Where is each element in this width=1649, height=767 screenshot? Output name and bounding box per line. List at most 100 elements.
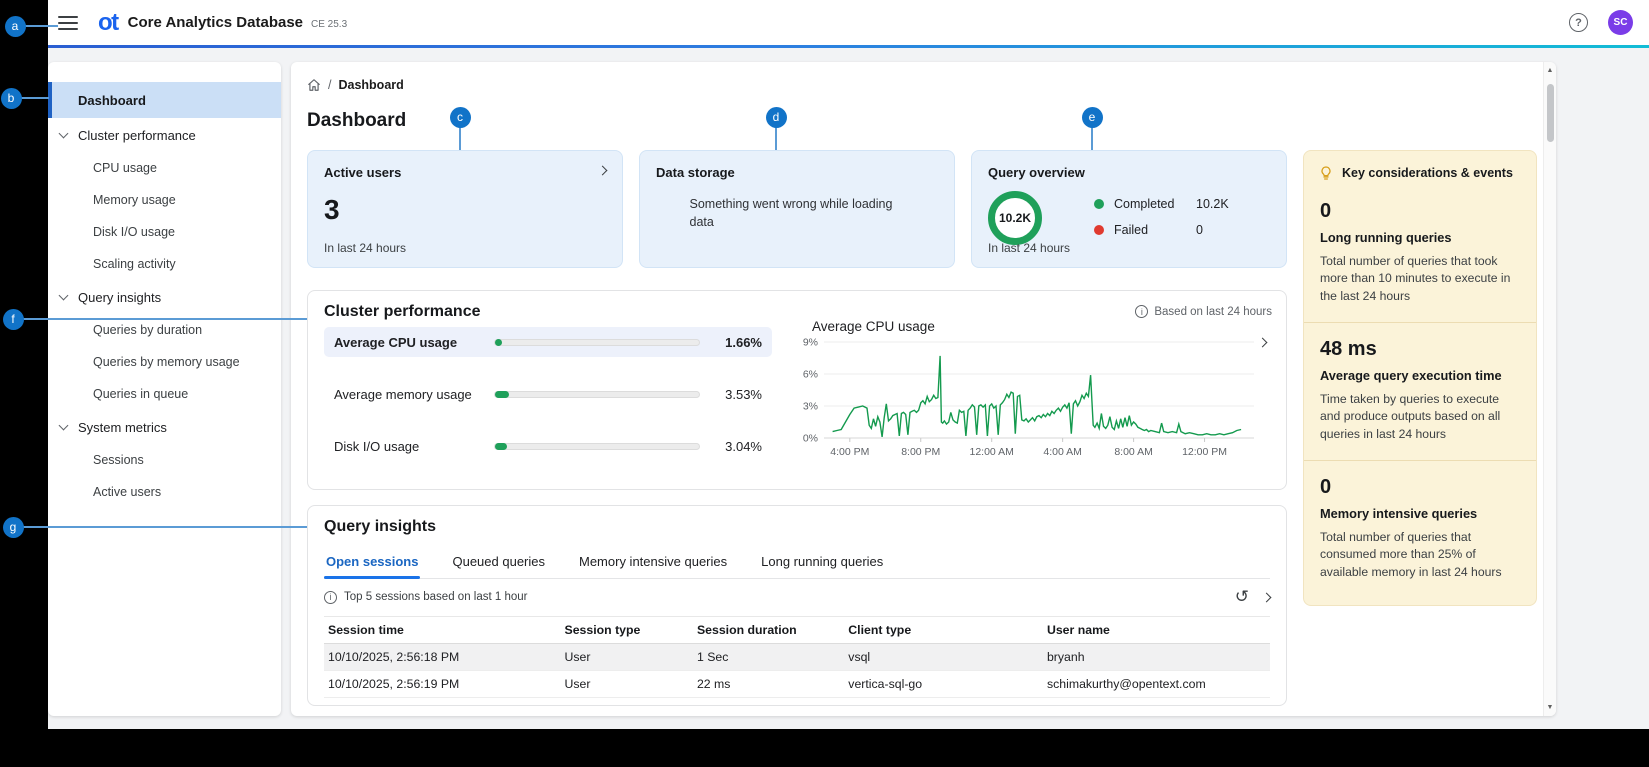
table-cell: vertica-sql-go bbox=[844, 677, 1043, 691]
column-header: Session type bbox=[561, 623, 693, 637]
sessions-table-header: Session timeSession typeSession duration… bbox=[324, 616, 1270, 644]
cluster-performance-title: Cluster performance bbox=[324, 303, 481, 321]
data-storage-error-message: Something went wrong while loading data bbox=[690, 195, 905, 231]
query-overview-legend: Completed10.2KFailed0 bbox=[1094, 197, 1229, 249]
scrollbar-thumb[interactable] bbox=[1547, 84, 1554, 142]
query-overview-caption: In last 24 hours bbox=[988, 241, 1070, 255]
consideration-value: 48 ms bbox=[1320, 338, 1520, 361]
metric-value: 1.66% bbox=[714, 335, 762, 350]
based-on-label: Based on last 24 hours bbox=[1154, 306, 1272, 318]
lightbulb-icon bbox=[1318, 165, 1334, 181]
sidebar-item-cluster-performance[interactable]: Cluster performance bbox=[48, 118, 281, 152]
breadcrumb-current[interactable]: Dashboard bbox=[338, 78, 403, 92]
svg-text:4:00 PM: 4:00 PM bbox=[830, 446, 869, 458]
query-insights-tabs: Open sessions Queued queries Memory intens… bbox=[324, 546, 1270, 579]
cpu-usage-line-series bbox=[833, 356, 1242, 437]
sidebar-item-disk-i-o-usage[interactable]: Disk I/O usage bbox=[48, 216, 281, 248]
table-cell: vsql bbox=[844, 650, 1043, 664]
sidebar-nav: Dashboard Cluster performance CPU usageMem… bbox=[48, 62, 281, 716]
table-row[interactable]: 10/10/2025, 2:56:19 PMUser22 msvertica-s… bbox=[324, 671, 1270, 698]
consideration-item: 0Memory intensive queriesTotal number of… bbox=[1304, 460, 1536, 598]
home-icon[interactable] bbox=[307, 78, 321, 92]
sidebar-item-queries-in-queue[interactable]: Queries in queue bbox=[48, 378, 281, 410]
table-cell: 22 ms bbox=[693, 677, 844, 691]
cpu-usage-chart: Average CPU usage 9%6%3%0%4:00 PM8:00 PM… bbox=[790, 319, 1272, 485]
table-cell: User bbox=[561, 650, 693, 664]
sessions-info-label: Top 5 sessions based on last 1 hour bbox=[344, 591, 527, 603]
avatar[interactable]: SC bbox=[1608, 10, 1633, 35]
query-overview-card-title: Query overview bbox=[988, 165, 1270, 180]
sidebar-item-query-insights[interactable]: Query insights bbox=[48, 280, 281, 314]
legend-row: Failed0 bbox=[1094, 223, 1229, 237]
scroll-up-arrow-icon[interactable]: ▲ bbox=[1544, 67, 1556, 74]
active-users-caption: In last 24 hours bbox=[324, 241, 406, 255]
metric-row[interactable]: Disk I/O usage3.04% bbox=[324, 431, 772, 461]
consideration-item: 48 msAverage query execution timeTime ta… bbox=[1304, 322, 1536, 460]
key-considerations-panel: Key considerations & events 0Long runnin… bbox=[1303, 150, 1537, 606]
metric-row[interactable]: Average CPU usage 1.66% bbox=[324, 327, 772, 357]
consideration-description: Time taken by queries to execute and pro… bbox=[1320, 391, 1520, 443]
sidebar-item-cpu-usage[interactable]: CPU usage bbox=[48, 152, 281, 184]
sidebar-item-label: Cluster performance bbox=[78, 128, 196, 143]
sidebar-item-label: Scaling activity bbox=[93, 257, 176, 271]
data-storage-card: Data storage Something went wrong while … bbox=[639, 150, 955, 268]
sidebar-item-dashboard[interactable]: Dashboard bbox=[48, 82, 281, 118]
sessions-open-icon[interactable] bbox=[1262, 592, 1272, 602]
annotation-f: f bbox=[3, 309, 24, 330]
cpu-chart-plot: 9%6%3%0%4:00 PM8:00 PM12:00 AM4:00 AM8:0… bbox=[790, 334, 1260, 474]
help-icon[interactable] bbox=[1569, 13, 1588, 32]
sidebar-item-system-metrics[interactable]: System metrics bbox=[48, 410, 281, 444]
legend-label: Failed bbox=[1114, 223, 1196, 237]
legend-value: 0 bbox=[1196, 223, 1203, 237]
svg-text:4:00 AM: 4:00 AM bbox=[1043, 446, 1082, 458]
svg-text:0%: 0% bbox=[803, 433, 818, 445]
svg-text:3%: 3% bbox=[803, 401, 818, 413]
table-cell: 10/10/2025, 2:56:19 PM bbox=[324, 677, 561, 691]
svg-text:12:00 PM: 12:00 PM bbox=[1182, 446, 1227, 458]
tab-memory-intensive-queries[interactable]: Memory intensive queries bbox=[577, 546, 729, 578]
metric-row[interactable]: Average memory usage 3.53% bbox=[324, 379, 772, 409]
sidebar-item-label: Queries by duration bbox=[93, 323, 202, 337]
tab-open-sessions[interactable]: Open sessions bbox=[324, 546, 420, 578]
sidebar-item-memory-usage[interactable]: Memory usage bbox=[48, 184, 281, 216]
sidebar-item-label: Sessions bbox=[93, 453, 144, 467]
sidebar-item-queries-by-memory-usage[interactable]: Queries by memory usage bbox=[48, 346, 281, 378]
hamburger-menu-icon[interactable] bbox=[58, 16, 78, 30]
svg-text:9%: 9% bbox=[803, 337, 818, 349]
table-cell: bryanh bbox=[1043, 650, 1270, 664]
cluster-performance-section: Cluster performance Based on last 24 hou… bbox=[307, 290, 1287, 490]
consideration-description: Total number of queries that took more t… bbox=[1320, 253, 1520, 305]
sidebar-item-sessions[interactable]: Sessions bbox=[48, 444, 281, 476]
metric-progress-track bbox=[494, 443, 700, 450]
sidebar-item-label: Query insights bbox=[78, 290, 161, 305]
query-insights-section: Query insights Open sessions Queued queri… bbox=[307, 505, 1287, 706]
chevron-down-icon bbox=[59, 291, 69, 301]
table-row[interactable]: 10/10/2025, 2:56:18 PMUser1 Secvsqlbryan… bbox=[324, 644, 1270, 671]
sidebar-item-scaling-activity[interactable]: Scaling activity bbox=[48, 248, 281, 280]
breadcrumb: / Dashboard bbox=[307, 78, 404, 92]
tab-queued-queries[interactable]: Queued queries bbox=[450, 546, 547, 578]
vertical-scrollbar[interactable]: ▲ ▼ bbox=[1543, 62, 1556, 716]
header-gradient-divider bbox=[48, 45, 1649, 48]
chevron-down-icon bbox=[59, 129, 69, 139]
metric-value: 3.04% bbox=[714, 439, 762, 454]
breadcrumb-separator: / bbox=[328, 78, 331, 92]
query-overview-card: Query overview 10.2K Completed10.2KFaile… bbox=[971, 150, 1287, 268]
annotation-line-c bbox=[459, 127, 461, 150]
metric-value: 3.53% bbox=[714, 387, 762, 402]
sidebar-item-label: Disk I/O usage bbox=[93, 225, 175, 239]
sidebar-item-active-users[interactable]: Active users bbox=[48, 476, 281, 508]
metric-label: Average memory usage bbox=[334, 387, 494, 402]
tab-long-running-queries[interactable]: Long running queries bbox=[759, 546, 885, 578]
metric-label: Average CPU usage bbox=[334, 335, 494, 350]
metric-progress-track bbox=[494, 391, 700, 398]
scroll-down-arrow-icon[interactable]: ▼ bbox=[1544, 704, 1556, 711]
sidebar-item-label: Dashboard bbox=[78, 93, 146, 108]
consideration-value: 0 bbox=[1320, 200, 1520, 223]
cpu-chart-title: Average CPU usage bbox=[812, 319, 1272, 334]
annotation-line-a bbox=[25, 25, 58, 27]
query-insights-title: Query insights bbox=[324, 518, 436, 536]
active-users-card: Active users 3 In last 24 hours bbox=[307, 150, 623, 268]
table-cell: 10/10/2025, 2:56:18 PM bbox=[324, 650, 561, 664]
refresh-icon[interactable]: ↺ bbox=[1235, 588, 1249, 605]
